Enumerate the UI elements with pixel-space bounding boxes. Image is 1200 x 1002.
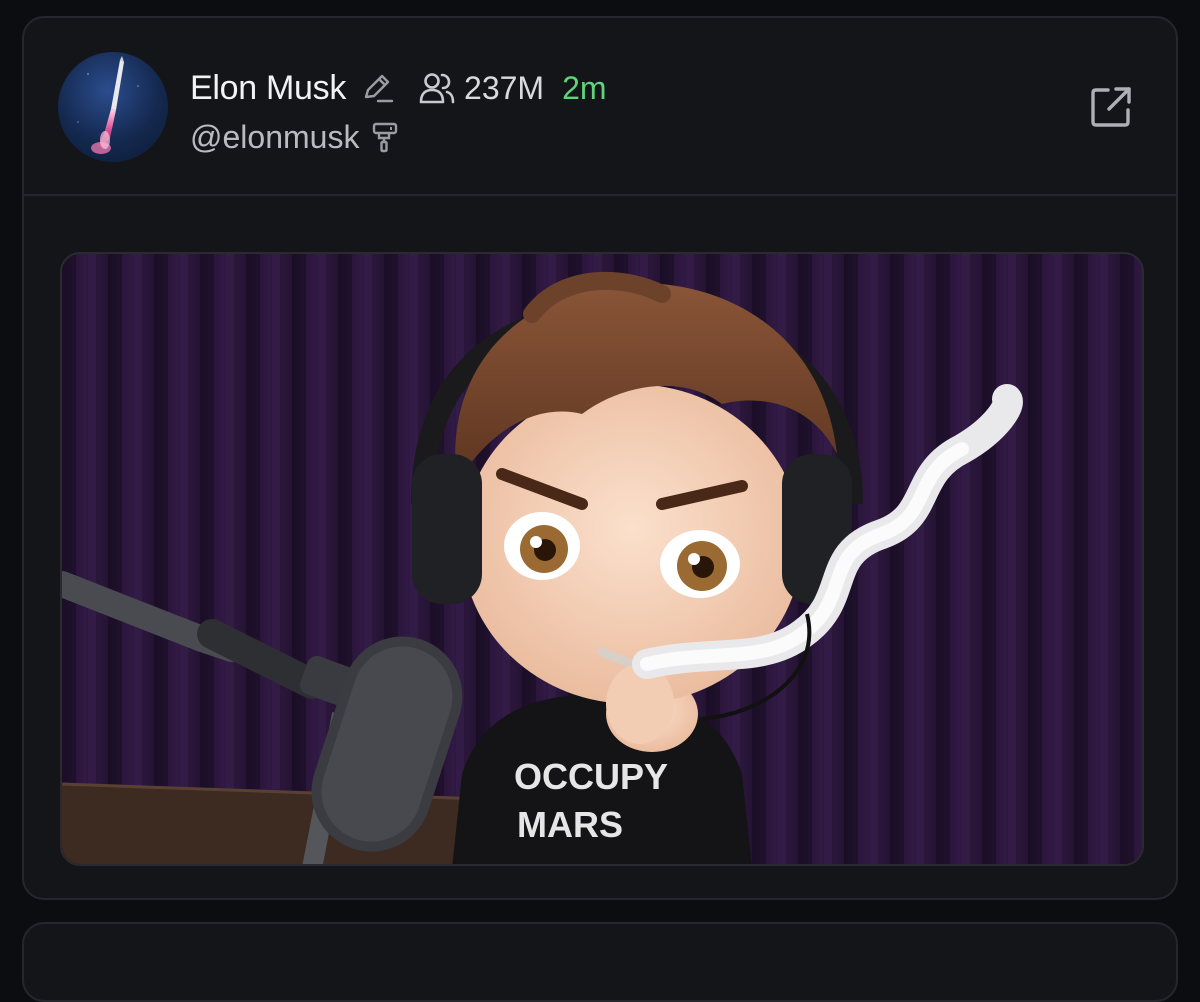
shirt-text-line2: MARS	[517, 804, 623, 845]
post-header: Elon Musk 237M 2m @elonmusk	[24, 18, 1176, 196]
avatar[interactable]	[58, 52, 168, 162]
handle-row: @elonmusk	[190, 116, 399, 158]
follower-count: 237M	[464, 69, 545, 106]
shirt-text-line1: OCCUPY	[514, 756, 668, 797]
name-row: Elon Musk 237M 2m	[190, 66, 607, 110]
next-post-card[interactable]	[22, 922, 1178, 1002]
post-time[interactable]: 2m	[562, 70, 606, 107]
paint-roller-icon[interactable]	[371, 121, 399, 153]
people-icon	[418, 71, 456, 105]
podcast-figure-illustration: OCCUPY MARS	[62, 254, 1142, 864]
post-card[interactable]: Elon Musk 237M 2m @elonmusk OCCUPY MARS	[22, 16, 1178, 900]
post-image[interactable]: OCCUPY MARS	[60, 252, 1144, 866]
follower-stat: 237M	[418, 70, 544, 107]
external-link-icon[interactable]	[1088, 84, 1134, 130]
author-handle[interactable]: @elonmusk	[190, 119, 359, 156]
rocket-launch-image	[77, 56, 139, 154]
pencil-icon[interactable]	[360, 71, 394, 105]
author-name[interactable]: Elon Musk	[190, 69, 346, 108]
